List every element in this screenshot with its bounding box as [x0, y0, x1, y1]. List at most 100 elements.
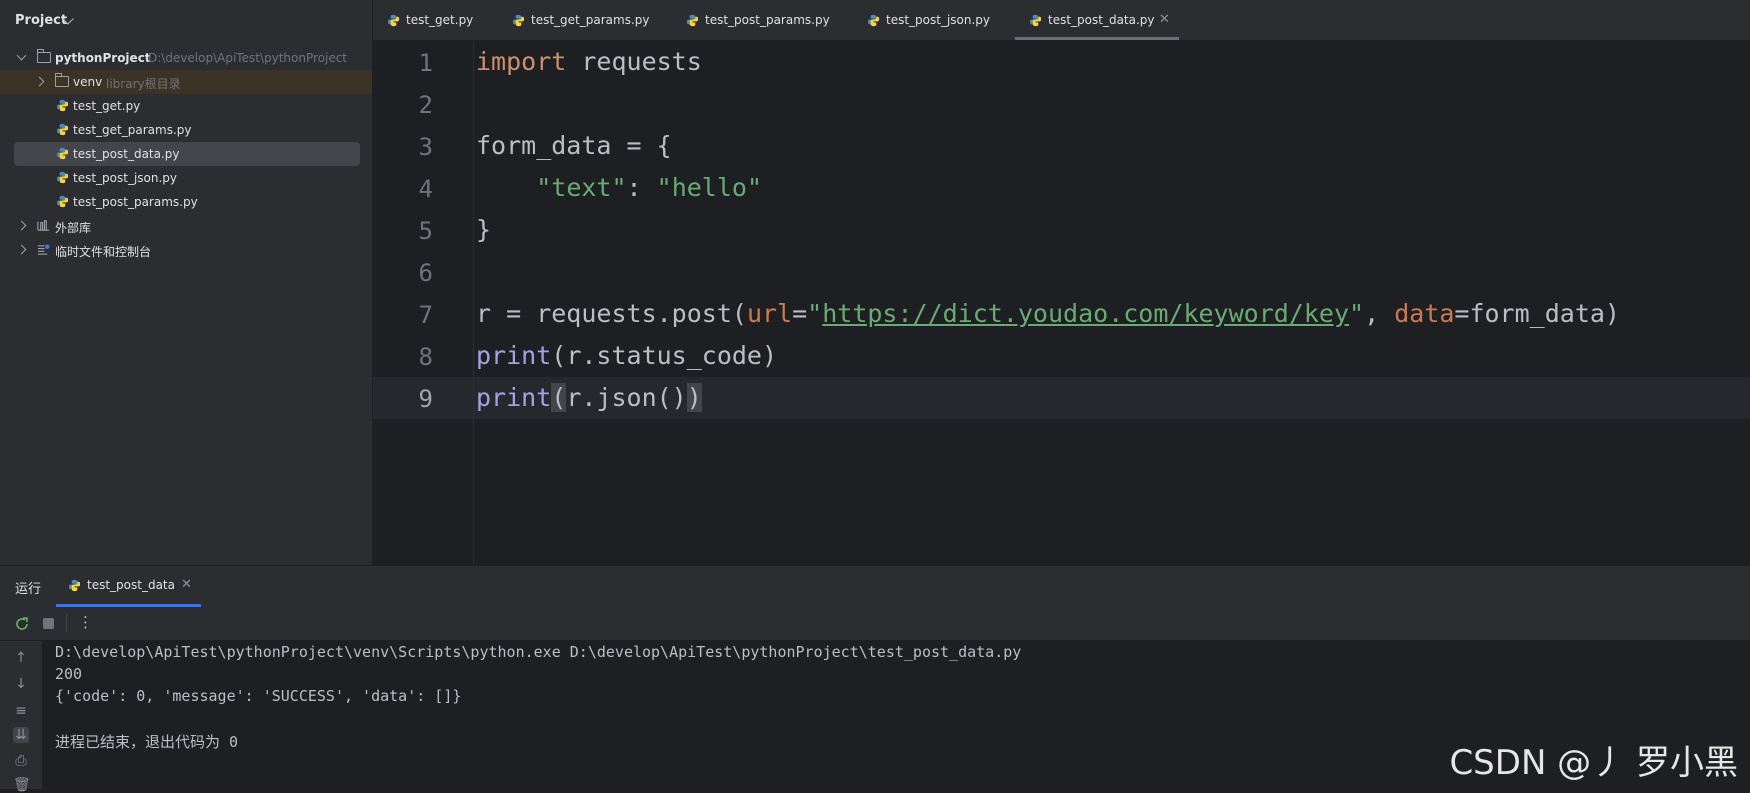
python-file-icon	[56, 147, 69, 160]
line-number: 2	[418, 91, 433, 119]
trash-icon[interactable]: 🗑	[13, 777, 31, 793]
tree-item-external-libraries[interactable]: 外部库	[0, 214, 372, 238]
code-token-keyword: import	[476, 47, 567, 76]
line-number: 6	[418, 259, 433, 287]
tree-item-scratches[interactable]: 临时文件和控制台	[0, 238, 372, 262]
scroll-to-end-icon[interactable]: ⇊	[13, 727, 29, 743]
code-token-string: "	[1349, 299, 1365, 328]
arrow-up-icon[interactable]: ↑	[13, 650, 29, 666]
stop-icon[interactable]	[43, 618, 54, 629]
chevron-down-icon[interactable]	[16, 50, 27, 61]
print-icon[interactable]: ⎙	[13, 753, 29, 769]
tree-item-test-post-json[interactable]: test_post_json.py	[0, 166, 372, 190]
tree-item-test-post-data[interactable]: test_post_data.py	[14, 142, 360, 166]
close-icon[interactable]: ✕	[1159, 12, 1170, 27]
code-line-1: import requests	[476, 47, 702, 76]
tab-test-get[interactable]: test_get.py	[373, 0, 495, 40]
tree-item-venv[interactable]: venv library根目录	[0, 70, 372, 94]
line-number: 4	[418, 175, 433, 203]
line-number: 1	[418, 49, 433, 77]
python-file-icon	[56, 171, 69, 184]
tree-item-pythonproject[interactable]: pythonProject D:\develop\ApiTest\pythonP…	[0, 46, 372, 70]
tab-test-post-json[interactable]: test_post_json.py	[853, 0, 1013, 40]
python-file-icon	[1029, 14, 1042, 27]
toolbar-divider	[66, 614, 67, 632]
code-token: r.json()	[566, 383, 687, 412]
tree-item-hint: library根目录	[106, 77, 181, 91]
tree-item-label: venv	[73, 75, 103, 89]
python-file-icon	[512, 14, 525, 27]
run-panel-title: 运行	[15, 582, 42, 597]
library-icon	[37, 220, 50, 231]
run-tab-test-post-data[interactable]: test_post_data ✕	[56, 565, 201, 607]
code-line-3: form_data = {	[476, 131, 672, 160]
tab-test-post-params[interactable]: test_post_params.py	[672, 0, 852, 40]
line-number-current: 9	[418, 385, 433, 413]
soft-wrap-icon[interactable]: ≡	[13, 703, 29, 719]
code-token-string: "	[807, 299, 823, 328]
bracket-match-highlight: )	[686, 383, 702, 412]
code-token: =	[792, 299, 808, 328]
folder-icon	[55, 73, 69, 87]
code-token-function: print	[476, 341, 552, 370]
python-file-icon	[68, 579, 81, 592]
code-line-7: r = requests.post(url="https://dict.youd…	[476, 299, 1620, 328]
console-line: 进程已结束，退出代码为 0	[55, 733, 239, 751]
code-token: =form_data)	[1454, 299, 1620, 328]
tab-test-get-params[interactable]: test_get_params.py	[498, 0, 670, 40]
line-number: 8	[418, 343, 433, 371]
code-token: :	[626, 173, 657, 202]
code-token-function: print	[476, 383, 552, 412]
tree-item-label: pythonProject	[55, 51, 151, 65]
chevron-right-icon[interactable]	[34, 76, 45, 87]
chevron-right-icon[interactable]	[16, 220, 27, 231]
run-side-toolbar: ↑ ↓ ≡ ⇊ ⎙ 🗑	[0, 641, 42, 793]
console-line: D:\develop\ApiTest\pythonProject\venv\Sc…	[55, 643, 1022, 661]
console-line: 200	[55, 665, 83, 683]
code-token-param: data	[1394, 299, 1455, 328]
code-token: (r.status_code)	[551, 341, 778, 370]
code-token: requests	[566, 47, 702, 76]
tab-label: test_get_params.py	[531, 13, 650, 27]
run-tool-window-header	[0, 565, 1750, 608]
python-file-icon	[686, 14, 699, 27]
chevron-right-icon[interactable]	[16, 244, 27, 255]
tree-item-test-get-params[interactable]: test_get_params.py	[0, 118, 372, 142]
tree-item-test-post-params[interactable]: test_post_params.py	[0, 190, 372, 214]
code-token: r = requests.post(	[476, 299, 747, 328]
python-file-icon	[56, 195, 69, 208]
python-file-icon	[56, 123, 69, 136]
tree-item-test-get[interactable]: test_get.py	[0, 94, 372, 118]
tree-item-label: test_post_json.py	[73, 171, 178, 185]
code-token-url-link[interactable]: https://dict.youdao.com/keyword/key	[822, 299, 1349, 328]
gutter-separator	[473, 41, 474, 565]
python-file-icon	[387, 14, 400, 27]
arrow-down-icon[interactable]: ↓	[13, 676, 29, 692]
tab-test-post-data[interactable]: test_post_data.py ✕	[1015, 0, 1179, 40]
folder-icon	[37, 49, 51, 63]
tree-item-label: test_get.py	[73, 99, 141, 113]
more-options-icon[interactable]: ⋮	[78, 613, 93, 631]
run-tab-label: test_post_data	[87, 578, 175, 592]
tab-label: test_post_params.py	[705, 13, 830, 27]
python-file-icon	[56, 99, 69, 112]
project-title[interactable]: Project	[15, 13, 67, 28]
tree-item-label: test_get_params.py	[73, 123, 192, 137]
bracket-match-highlight: (	[551, 383, 567, 412]
code-line-4: "text": "hello"	[476, 173, 762, 202]
close-icon[interactable]: ✕	[181, 577, 192, 592]
run-toolbar: ⋮	[0, 607, 1750, 641]
project-header[interactable]: Project	[0, 0, 372, 42]
code-token-string: "hello"	[656, 173, 762, 202]
watermark: CSDN @丿 罗小黑	[1449, 743, 1738, 783]
tree-item-label: test_post_data.py	[73, 147, 180, 161]
line-number: 3	[418, 133, 433, 161]
code-token-string: "text"	[536, 173, 627, 202]
rerun-icon[interactable]	[14, 616, 30, 632]
line-number: 7	[418, 301, 433, 329]
code-token-param: url	[746, 299, 793, 328]
tree-item-label: 临时文件和控制台	[55, 245, 152, 259]
code-line-9: print(r.json())	[476, 383, 702, 412]
line-number: 5	[418, 217, 433, 245]
tree-item-label: test_post_params.py	[73, 195, 198, 209]
